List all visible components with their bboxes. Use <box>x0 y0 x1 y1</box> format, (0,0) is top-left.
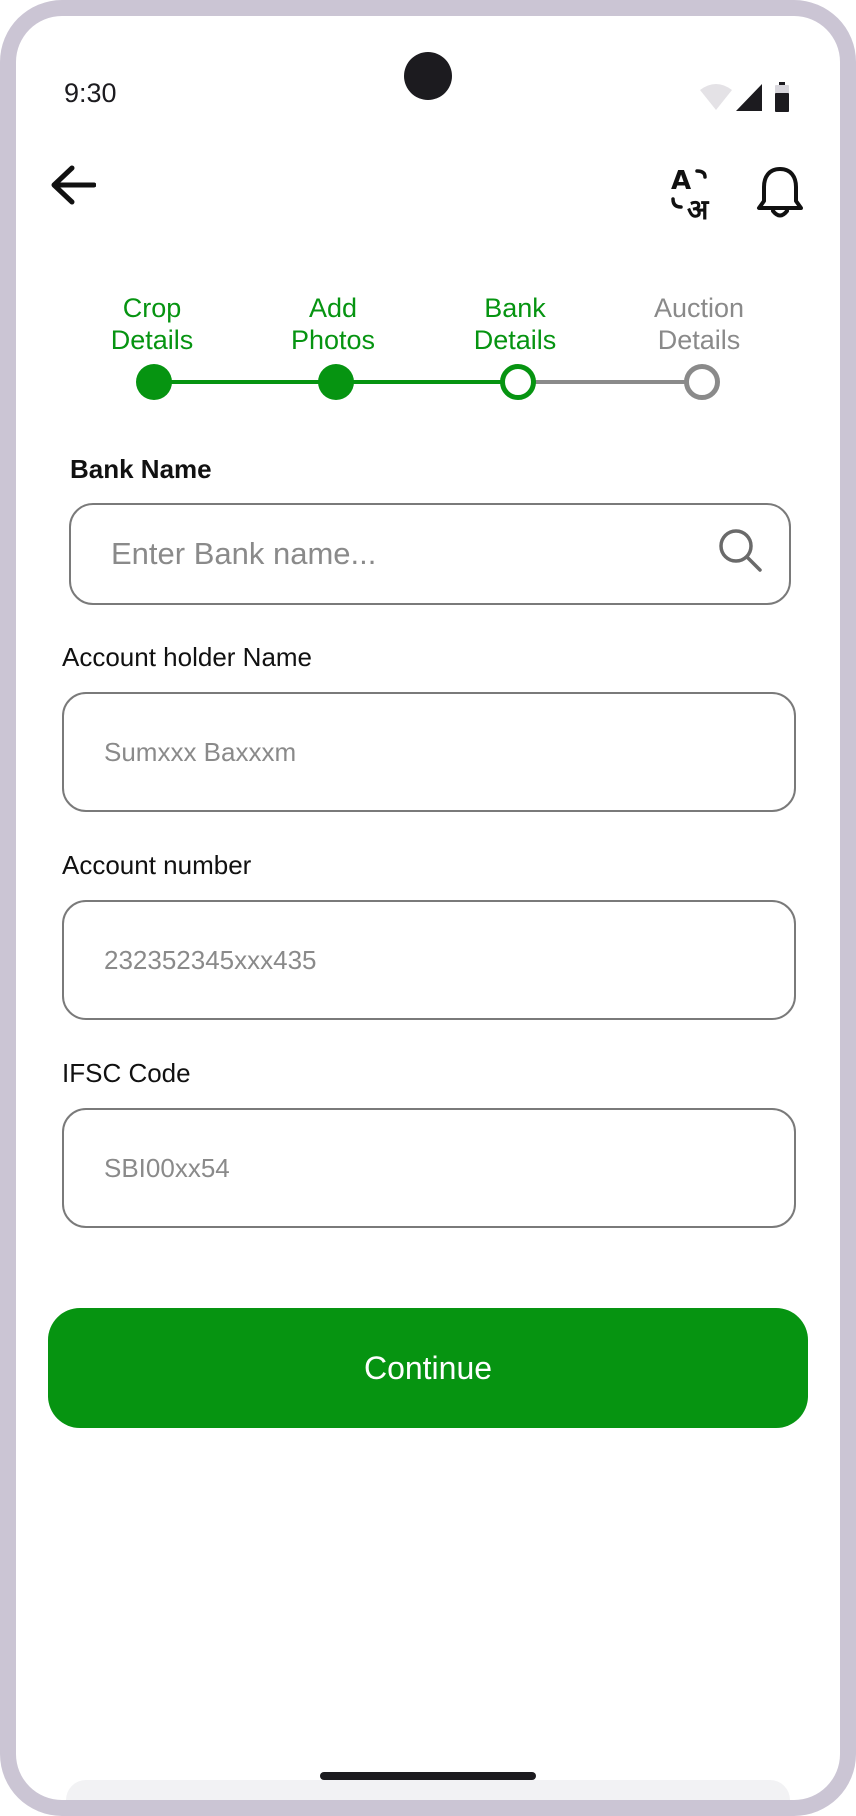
step-crop-details: Crop Details <box>77 292 227 356</box>
step-dot-current <box>500 364 536 400</box>
home-indicator[interactable] <box>320 1772 536 1780</box>
bell-icon <box>757 167 803 218</box>
translate-icon: A अ <box>671 166 710 223</box>
arrow-left-icon <box>51 165 96 205</box>
step-connector-2 <box>352 380 516 384</box>
continue-button[interactable]: Continue <box>48 1308 808 1428</box>
step-dot-completed <box>136 364 172 400</box>
signal-icon <box>736 84 762 111</box>
step-label-line1: Auction <box>653 293 745 323</box>
step-add-photos: Add Photos <box>258 292 408 356</box>
step-label-line1: Add <box>308 293 358 323</box>
step-label-line1: Crop <box>122 293 182 323</box>
account-holder-label: Account holder Name <box>62 642 313 672</box>
step-label-line1: Bank <box>484 293 546 323</box>
step-auction-details: Auction Details <box>624 292 774 356</box>
step-bank-details: Bank Details <box>440 292 590 356</box>
step-label-line2: Photos <box>290 325 376 355</box>
ifsc-input[interactable] <box>104 1152 794 1184</box>
account-number-field <box>62 900 796 1020</box>
account-holder-field <box>62 692 796 812</box>
step-label-line2: Details <box>657 325 741 355</box>
translate-button[interactable]: A अ <box>652 150 738 236</box>
bank-name-field <box>69 503 791 605</box>
account-number-input[interactable] <box>104 944 794 976</box>
camera-cutout <box>404 52 452 100</box>
device-frame: 9:30 A अ Crop Details Add Photos Bank De… <box>0 0 856 1816</box>
svg-text:A: A <box>671 166 691 196</box>
ifsc-label: IFSC Code <box>62 1058 191 1088</box>
battery-icon <box>775 82 789 112</box>
app-screen: 9:30 A अ Crop Details Add Photos Bank De… <box>16 16 840 1800</box>
step-connector-3 <box>534 380 700 384</box>
status-time: 9:30 <box>64 78 117 108</box>
step-dot-pending <box>684 364 720 400</box>
step-label-line2: Details <box>110 325 194 355</box>
svg-text:अ: अ <box>687 193 710 223</box>
account-number-label: Account number <box>62 850 252 880</box>
search-icon[interactable] <box>717 527 763 573</box>
wifi-icon <box>700 84 732 110</box>
step-label-line2: Details <box>473 325 557 355</box>
ifsc-field <box>62 1108 796 1228</box>
account-holder-input[interactable] <box>104 736 794 768</box>
notification-button[interactable] <box>742 150 818 236</box>
bank-name-label: Bank Name <box>70 454 212 484</box>
bank-name-input[interactable] <box>111 536 789 572</box>
bottom-sheet-edge <box>66 1780 790 1800</box>
step-connector-1 <box>170 380 334 384</box>
back-button[interactable] <box>38 150 108 220</box>
step-dot-completed <box>318 364 354 400</box>
